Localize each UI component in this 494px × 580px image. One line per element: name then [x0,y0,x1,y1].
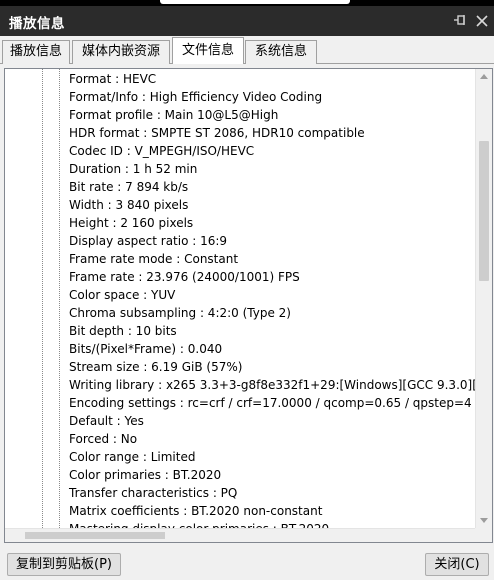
info-line: Codec ID : V_MPEGH/ISO/HEVC [69,144,255,158]
info-line: Default : Yes [69,414,144,428]
info-line: Encoding settings : rc=crf / crf=17.0000… [69,396,475,410]
tab-embedded-resources[interactable]: 媒体内嵌资源 [72,40,170,64]
info-line: Format profile : Main 10@L5@High [69,108,279,122]
info-line: Matrix coefficients : BT.2020 non-consta… [69,504,323,518]
close-icon[interactable] [474,13,490,29]
info-line: Mastering display color primaries : BT.2… [69,520,329,528]
scroll-down-icon[interactable] [480,518,488,523]
info-line: Width : 3 840 pixels [69,198,189,212]
info-line: Color primaries : BT.2020 [69,468,222,482]
title-bar: 播放信息 [0,6,494,36]
info-line: Height : 2 160 pixels [69,216,194,230]
info-line: Display aspect ratio : 16:9 [69,234,228,248]
info-line: Writing library : x265 3.3+3-g8f8e332f1+… [69,378,475,392]
info-line: Duration : 1 h 52 min [69,162,198,176]
copy-to-clipboard-button[interactable]: 复制到剪贴板(P) [7,553,121,576]
close-button[interactable]: 关闭(C) [425,553,489,576]
file-info-panel: Format : HEVC Format/Info : High Efficien… [4,68,493,543]
vertical-scroll-thumb[interactable] [479,141,489,281]
tab-file-info[interactable]: 文件信息 [172,37,244,64]
info-line: Bit depth : 10 bits [69,324,177,338]
tree-guide-line [42,69,43,528]
horizontal-scrollbar[interactable] [5,528,475,542]
info-line: Forced : No [69,432,138,446]
info-line: Transfer characteristics : PQ [69,486,238,500]
info-line: Color range : Limited [69,450,196,464]
vertical-scrollbar[interactable] [475,69,492,528]
top-strip-nub [160,0,350,4]
info-line: HDR format : SMPTE ST 2086, HDR10 compat… [69,126,365,140]
tab-system-info[interactable]: 系统信息 [245,40,317,64]
scrollbar-corner [475,528,492,542]
info-line: Frame rate mode : Constant [69,252,239,266]
tab-bar: 播放信息 媒体内嵌资源 文件信息 系统信息 [0,36,494,64]
info-line: Bits/(Pixel*Frame) : 0.040 [69,342,223,356]
info-line: Frame rate : 23.976 (24000/1001) FPS [69,270,300,284]
info-line: Color space : YUV [69,288,176,302]
window-title: 播放信息 [9,16,65,32]
info-line: Chroma subsampling : 4:2:0 (Type 2) [69,306,291,320]
tab-playback-info[interactable]: 播放信息 [2,40,70,64]
info-line: Format/Info : High Efficiency Video Codi… [69,90,323,104]
info-list: Format : HEVC Format/Info : High Efficien… [5,69,475,528]
info-line: Format : HEVC [69,72,157,86]
info-line: Stream size : 6.19 GiB (57%) [69,360,243,374]
horizontal-scroll-thumb[interactable] [25,532,165,539]
pin-icon[interactable] [452,13,468,29]
scroll-up-icon[interactable] [480,74,488,79]
tree-guide-line [59,69,60,528]
info-line: Bit rate : 7 894 kb/s [69,180,189,194]
